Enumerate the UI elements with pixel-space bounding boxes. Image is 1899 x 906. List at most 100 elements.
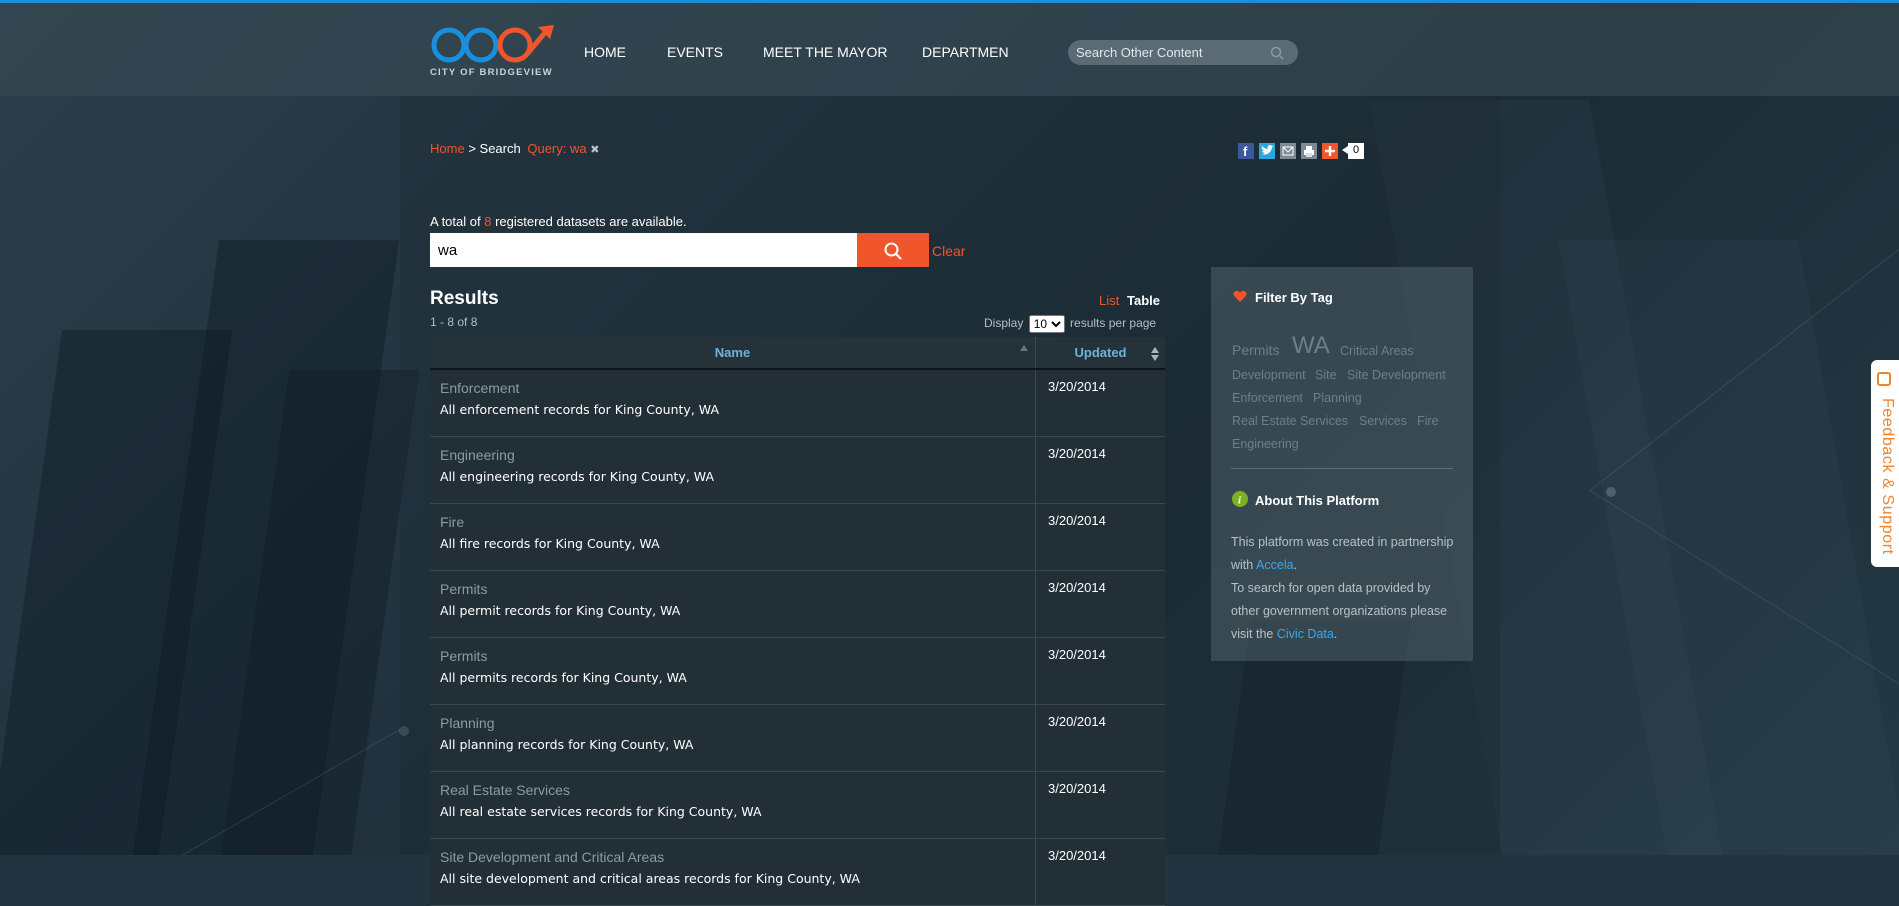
per-page-control: Display 10 results per page [984, 315, 1156, 333]
nav-events[interactable]: EVENTS [667, 44, 723, 60]
tag-critical-areas[interactable]: Critical Areas [1340, 344, 1414, 358]
dataset-description: All permit records for King County, WA [440, 603, 681, 618]
heart-icon [1233, 290, 1247, 302]
sort-toggle-icon [1151, 347, 1159, 361]
site-header: CITY OF BRIDGEVIEW HOME EVENTS MEET THE … [0, 3, 1899, 96]
name-cell: Fire All fire records for King County, W… [430, 503, 1036, 571]
table-row[interactable]: Enforcement All enforcement records for … [430, 369, 1165, 437]
updated-date: 3/20/2014 [1035, 503, 1165, 571]
name-header-label: Name [714, 345, 751, 360]
tag-services[interactable]: Services [1359, 414, 1407, 428]
about-text-2: To search for open data provided by othe… [1231, 581, 1448, 641]
per-page-suffix: results per page [1070, 316, 1157, 331]
accela-link[interactable]: Accela [1256, 558, 1294, 572]
dataset-summary: A total of 8 registered datasets are ava… [430, 214, 687, 229]
tag-planning[interactable]: Planning [1313, 391, 1362, 405]
city-logo[interactable]: CITY OF BRIDGEVIEW [430, 23, 570, 81]
dataset-title-link[interactable]: Engineering [440, 446, 1035, 464]
name-column-header[interactable]: Name [430, 337, 1036, 370]
dataset-title-link[interactable]: Real Estate Services [440, 781, 1035, 799]
remove-query-icon[interactable]: ✖ [590, 144, 599, 156]
table-row[interactable]: Engineering All engineering records for … [430, 436, 1165, 504]
results-heading: Results [430, 288, 499, 309]
twitter-icon[interactable] [1259, 142, 1275, 159]
nav-departments[interactable]: DEPARTMEN [922, 44, 1009, 60]
per-page-select[interactable]: 10 [1028, 315, 1065, 333]
name-cell: Planning All planning records for King C… [430, 704, 1036, 772]
email-icon[interactable] [1280, 142, 1296, 159]
table-row[interactable]: Site Development and Critical Areas All … [430, 838, 1165, 906]
query-tag: Query: wa [527, 141, 587, 156]
clear-search-link[interactable]: Clear [932, 243, 965, 259]
feedback-icon [1877, 372, 1891, 386]
sort-ascending-icon [1020, 345, 1028, 351]
updated-column-header[interactable]: Updated [1035, 337, 1165, 370]
feedback-label: Feedback & Support [1879, 398, 1896, 555]
name-cell: Site Development and Critical Areas All … [430, 838, 1036, 906]
share-plus-icon[interactable] [1322, 142, 1338, 159]
breadcrumb-separator: > [468, 141, 476, 156]
facebook-icon[interactable]: f [1238, 142, 1254, 159]
filter-by-tag-heading: Filter By Tag [1255, 290, 1333, 305]
search-icon[interactable] [1270, 46, 1284, 60]
dataset-title-link[interactable]: Permits [440, 647, 1035, 665]
tag-wa[interactable]: WA [1292, 332, 1330, 360]
tag-permits[interactable]: Permits [1232, 342, 1279, 358]
tag-enforcement[interactable]: Enforcement [1232, 391, 1303, 405]
table-row[interactable]: Permits All permit records for King Coun… [430, 570, 1165, 638]
civic-data-link[interactable]: Civic Data [1277, 627, 1334, 641]
dataset-description: All real estate services records for Kin… [440, 804, 762, 819]
name-cell: Engineering All engineering records for … [430, 436, 1036, 504]
table-row[interactable]: Fire All fire records for King County, W… [430, 503, 1165, 571]
about-platform-heading: About This Platform [1255, 493, 1380, 508]
table-row[interactable]: Planning All planning records for King C… [430, 704, 1165, 772]
site-search-box [1068, 40, 1298, 65]
site-search-input[interactable] [1068, 40, 1266, 65]
logo-text: CITY OF BRIDGEVIEW [430, 67, 553, 78]
updated-date: 3/20/2014 [1035, 704, 1165, 772]
view-list-toggle[interactable]: List [1099, 293, 1119, 308]
table-row[interactable]: Permits All permits records for King Cou… [430, 637, 1165, 705]
updated-date: 3/20/2014 [1035, 637, 1165, 705]
svg-text:f: f [1243, 144, 1248, 159]
breadcrumb: Home > Search Query: wa ✖ [430, 141, 599, 156]
print-icon[interactable] [1301, 142, 1317, 159]
dataset-title-link[interactable]: Planning [440, 714, 1035, 732]
name-cell: Real Estate Services All real estate ser… [430, 771, 1036, 839]
dataset-title-link[interactable]: Fire [440, 513, 1035, 531]
tag-fire[interactable]: Fire [1417, 414, 1439, 428]
breadcrumb-home[interactable]: Home [430, 141, 465, 156]
updated-date: 3/20/2014 [1035, 771, 1165, 839]
table-row[interactable]: Real Estate Services All real estate ser… [430, 771, 1165, 839]
dataset-description: All fire records for King County, WA [440, 536, 660, 551]
tag-development[interactable]: Development [1232, 368, 1306, 382]
dataset-search-input[interactable] [430, 233, 858, 267]
display-label: Display [984, 316, 1024, 331]
breadcrumb-current: Search [479, 141, 521, 156]
tag-engineering[interactable]: Engineering [1232, 437, 1299, 451]
dataset-title-link[interactable]: Site Development and Critical Areas [440, 848, 1035, 866]
results-table: Name Updated Enforcement All enforcement… [430, 337, 1165, 906]
view-table-toggle[interactable]: Table [1127, 293, 1160, 308]
dataset-description: All enforcement records for King County,… [440, 402, 719, 417]
dataset-description: All planning records for King County, WA [440, 737, 694, 752]
feedback-support-tab[interactable]: Feedback & Support [1871, 360, 1899, 567]
dataset-count: 8 [484, 214, 492, 229]
top-accent-bar [0, 0, 1899, 3]
search-button[interactable] [857, 233, 929, 267]
dataset-title-link[interactable]: Enforcement [440, 379, 1035, 397]
nav-home[interactable]: HOME [584, 44, 626, 60]
results-range: 1 - 8 of 8 [430, 315, 478, 329]
name-cell: Enforcement All enforcement records for … [430, 369, 1036, 437]
info-icon: i [1232, 491, 1248, 507]
social-share-bar: f 0 [1238, 142, 1369, 160]
nav-meet-the-mayor[interactable]: MEET THE MAYOR [763, 44, 887, 60]
dataset-title-link[interactable]: Permits [440, 580, 1035, 598]
tag-site-development[interactable]: Site Development [1347, 368, 1446, 382]
name-cell: Permits All permit records for King Coun… [430, 570, 1036, 638]
tag-site[interactable]: Site [1315, 368, 1337, 382]
updated-date: 3/20/2014 [1035, 838, 1165, 906]
tag-real-estate-services[interactable]: Real Estate Services [1232, 414, 1348, 428]
dataset-description: All permits records for King County, WA [440, 670, 687, 685]
summary-prefix: A total of [430, 214, 481, 229]
